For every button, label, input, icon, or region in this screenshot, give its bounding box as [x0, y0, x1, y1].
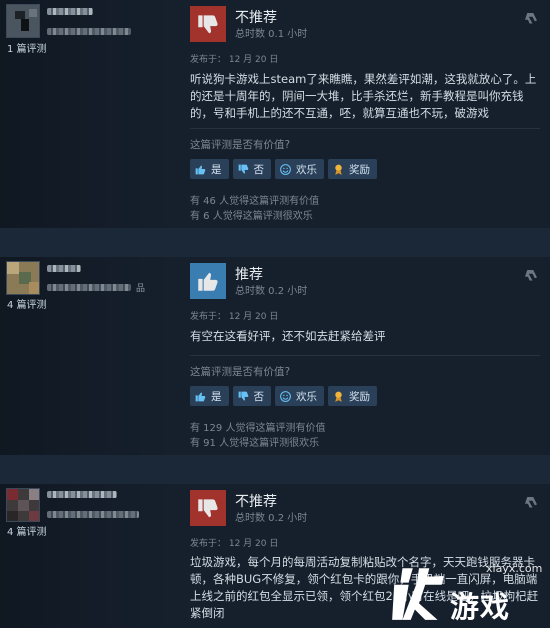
- award-label: 奖励: [349, 390, 370, 403]
- rich-presence-text: 品: [136, 284, 146, 294]
- watermark: xiayx.com 游戏: [378, 540, 550, 628]
- vote-no-label: 否: [253, 390, 265, 403]
- vote-funny-button[interactable]: 欢乐: [275, 159, 324, 179]
- review-count[interactable]: 4 篇评测: [7, 296, 47, 311]
- avatar[interactable]: [6, 4, 40, 38]
- watermark-url: xiayx.com: [486, 562, 543, 575]
- review-verdict[interactable]: 不推荐: [235, 7, 277, 27]
- thumbs-up-icon: [190, 263, 226, 299]
- avatar[interactable]: [6, 488, 40, 522]
- game-icon[interactable]: [522, 10, 540, 28]
- watermark-logo-icon: [392, 568, 444, 620]
- divider: [190, 355, 540, 356]
- watermark-text: 游戏: [450, 590, 511, 624]
- thumbs-up-icon: [195, 164, 206, 174]
- smiley-icon: [280, 390, 291, 402]
- helpful-question: 这篇评测是否有价值?: [190, 366, 291, 378]
- award-button[interactable]: 奖励: [328, 386, 377, 406]
- review-verdict[interactable]: 推荐: [235, 264, 263, 284]
- author-status-blurred: [47, 28, 131, 35]
- author-status-blurred: [47, 511, 139, 518]
- funny-count: 有 91 人觉得这篇评测很欢乐: [190, 438, 320, 449]
- vote-yes-label: 是: [211, 390, 222, 403]
- award-label: 奖励: [349, 163, 370, 176]
- review-author[interactable]: 4 篇评测: [0, 484, 182, 628]
- vote-no-button[interactable]: 否: [232, 159, 271, 179]
- helpful-question: 这篇评测是否有价值?: [190, 139, 291, 151]
- vote-yes-label: 是: [211, 163, 222, 176]
- divider: [190, 128, 540, 129]
- vote-funny-label: 欢乐: [296, 390, 317, 403]
- game-icon[interactable]: [522, 267, 540, 285]
- funny-count: 有 6 人觉得这篇评测很欢乐: [190, 211, 313, 222]
- posted-date: 发布于： 12 月 20 日: [190, 539, 279, 549]
- review-hours: 总时数 0.2 小时: [235, 513, 308, 524]
- vote-funny-label: 欢乐: [296, 163, 317, 176]
- thumbs-down-icon: [238, 391, 248, 401]
- author-name-blurred[interactable]: [47, 8, 93, 15]
- vote-no-label: 否: [253, 163, 265, 176]
- author-name-blurred[interactable]: [47, 265, 81, 272]
- posted-date: 发布于： 12 月 20 日: [190, 312, 279, 322]
- helpful-count: 有 129 人觉得这篇评测有价值: [190, 423, 326, 434]
- review-count[interactable]: 4 篇评测: [7, 523, 47, 538]
- vote-yes-button[interactable]: 是: [190, 386, 229, 406]
- award-icon: [335, 391, 342, 402]
- smiley-icon: [280, 163, 291, 175]
- review-text: 听说狗卡游戏上steam了来瞧瞧，果然差评如潮，这我就放心了。上的还是十周年的，…: [190, 72, 537, 120]
- vote-funny-button[interactable]: 欢乐: [275, 386, 324, 406]
- posted-date: 发布于： 12 月 20 日: [190, 55, 279, 65]
- helpful-count: 有 46 人觉得这篇评测有价值: [190, 196, 320, 207]
- author-status-blurred: [47, 284, 131, 291]
- review-card: 1 篇评测 不推荐 总时数 0.1 小时 发布于： 12 月 20 日 听说狗卡…: [0, 0, 550, 228]
- author-name-blurred[interactable]: [47, 491, 117, 498]
- review-hours: 总时数 0.2 小时: [235, 286, 308, 297]
- award-icon: [335, 164, 342, 175]
- review-hours: 总时数 0.1 小时: [235, 29, 308, 40]
- game-icon[interactable]: [522, 494, 540, 512]
- review-text: 有空在这看好评，还不如去赶紧给差评: [190, 329, 386, 343]
- review-verdict[interactable]: 不推荐: [235, 491, 277, 511]
- award-button[interactable]: 奖励: [328, 159, 377, 179]
- review-author[interactable]: 1 篇评测: [0, 0, 182, 228]
- review-author[interactable]: 品 4 篇评测: [0, 257, 182, 455]
- avatar[interactable]: [6, 261, 40, 295]
- thumbs-down-icon: [190, 490, 226, 526]
- vote-no-button[interactable]: 否: [232, 386, 271, 406]
- thumbs-up-icon: [195, 391, 206, 401]
- review-card: 品 4 篇评测 推荐 总时数 0.2 小时 发布于： 12 月 20 日 有空在…: [0, 257, 550, 455]
- vote-yes-button[interactable]: 是: [190, 159, 229, 179]
- thumbs-down-icon: [190, 6, 226, 42]
- thumbs-down-icon: [238, 164, 248, 174]
- review-count[interactable]: 1 篇评测: [7, 40, 47, 55]
